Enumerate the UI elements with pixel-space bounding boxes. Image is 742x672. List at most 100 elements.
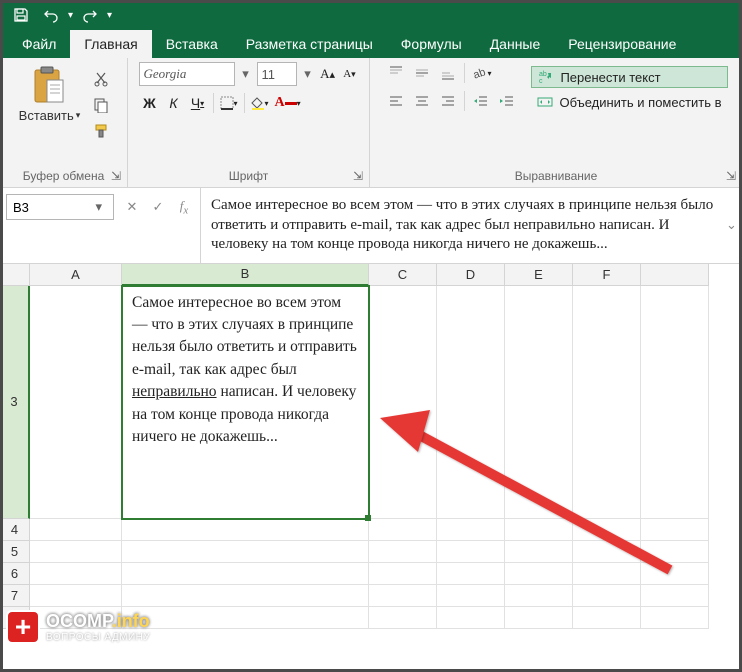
qat-customize-caret[interactable]: ▾ (107, 10, 112, 21)
tab-layout[interactable]: Разметка страницы (232, 30, 387, 58)
font-color-button[interactable]: A ▾ (273, 92, 303, 114)
cell-b6[interactable] (122, 563, 369, 585)
cell-e3[interactable] (505, 286, 573, 519)
cell-c8[interactable] (369, 607, 437, 629)
cell-e6[interactable] (505, 563, 573, 585)
font-size-caret[interactable]: ▾ (301, 66, 315, 82)
name-box-caret[interactable]: ▾ (92, 199, 106, 215)
cell-d6[interactable] (437, 563, 505, 585)
col-header-f[interactable]: F (573, 264, 641, 286)
cell-g3[interactable] (641, 286, 709, 519)
tab-insert[interactable]: Вставка (152, 30, 232, 58)
cell-a3[interactable] (30, 286, 122, 519)
copy-button[interactable] (90, 94, 112, 116)
cell-a7[interactable] (30, 585, 122, 607)
cell-g7[interactable] (641, 585, 709, 607)
cell-d5[interactable] (437, 541, 505, 563)
cell-g6[interactable] (641, 563, 709, 585)
tab-file[interactable]: Файл (8, 30, 70, 58)
cut-button[interactable] (90, 68, 112, 90)
increase-indent-button[interactable] (495, 90, 519, 112)
col-header-b[interactable]: B (122, 264, 369, 286)
border-button[interactable]: ▾ (218, 92, 240, 114)
format-painter-button[interactable] (90, 120, 112, 142)
redo-button[interactable] (77, 3, 103, 27)
decrease-indent-button[interactable] (469, 90, 493, 112)
cell-f6[interactable] (573, 563, 641, 585)
cell-f7[interactable] (573, 585, 641, 607)
col-header-a[interactable]: A (30, 264, 122, 286)
clipboard-dialog-launcher[interactable]: ⇲ (109, 169, 123, 183)
cell-b8[interactable] (122, 607, 369, 629)
tab-home[interactable]: Главная (70, 30, 151, 58)
cell-c7[interactable] (369, 585, 437, 607)
align-center-button[interactable] (410, 90, 434, 112)
underline-button[interactable]: Ч ▾ (187, 92, 209, 114)
cell-f8[interactable] (573, 607, 641, 629)
orientation-button[interactable]: ab▾ (469, 62, 493, 84)
name-box[interactable]: ▾ (6, 194, 114, 220)
row-header-5[interactable]: 5 (0, 541, 30, 563)
alignment-dialog-launcher[interactable]: ⇲ (724, 169, 738, 183)
font-size-box[interactable]: 11 (257, 62, 297, 86)
formula-bar-text[interactable]: Самое интересное во всем этом — что в эт… (200, 188, 726, 263)
cell-f4[interactable] (573, 519, 641, 541)
cell-c4[interactable] (369, 519, 437, 541)
cell-b3[interactable]: Самое интересное во всем этом — что в эт… (122, 286, 369, 519)
cell-e8[interactable] (505, 607, 573, 629)
row-header-3[interactable]: 3 (0, 286, 30, 519)
cell-d4[interactable] (437, 519, 505, 541)
cell-g4[interactable] (641, 519, 709, 541)
cell-a5[interactable] (30, 541, 122, 563)
col-header-d[interactable]: D (437, 264, 505, 286)
bold-button[interactable]: Ж (139, 92, 161, 114)
cell-g5[interactable] (641, 541, 709, 563)
cell-a4[interactable] (30, 519, 122, 541)
cell-d7[interactable] (437, 585, 505, 607)
paste-button[interactable]: Вставить ▾ (15, 62, 85, 127)
cell-a6[interactable] (30, 563, 122, 585)
fill-color-button[interactable]: ▾ (249, 92, 271, 114)
cell-f5[interactable] (573, 541, 641, 563)
align-left-button[interactable] (384, 90, 408, 112)
align-top-button[interactable] (384, 62, 408, 84)
wrap-text-button[interactable]: abc Перенести текст (531, 66, 727, 88)
cell-b4[interactable] (122, 519, 369, 541)
increase-font-button[interactable]: A▴ (319, 65, 337, 83)
font-name-caret[interactable]: ▾ (239, 66, 253, 82)
font-dialog-launcher[interactable]: ⇲ (351, 169, 365, 183)
row-header-4[interactable]: 4 (0, 519, 30, 541)
cell-e4[interactable] (505, 519, 573, 541)
undo-caret[interactable]: ▾ (68, 10, 73, 21)
row-header-6[interactable]: 6 (0, 563, 30, 585)
cell-f3[interactable] (573, 286, 641, 519)
tab-review[interactable]: Рецензирование (554, 30, 690, 58)
fill-handle[interactable] (365, 515, 371, 521)
cancel-formula-button[interactable]: ✕ (120, 195, 144, 219)
cell-b5[interactable] (122, 541, 369, 563)
cell-e7[interactable] (505, 585, 573, 607)
italic-button[interactable]: К (163, 92, 185, 114)
decrease-font-button[interactable]: A▾ (341, 65, 359, 83)
tab-data[interactable]: Данные (476, 30, 555, 58)
align-right-button[interactable] (436, 90, 460, 112)
cell-d3[interactable] (437, 286, 505, 519)
expand-formula-bar-button[interactable]: ⌄ (726, 217, 742, 233)
save-button[interactable] (8, 3, 34, 27)
row-header-7[interactable]: 7 (0, 585, 30, 607)
merge-center-button[interactable]: Объединить и поместить в (531, 92, 727, 112)
tab-formulas[interactable]: Формулы (387, 30, 476, 58)
cell-d8[interactable] (437, 607, 505, 629)
col-header-c[interactable]: C (369, 264, 437, 286)
select-all-corner[interactable] (0, 264, 30, 286)
accept-formula-button[interactable]: ✓ (146, 195, 170, 219)
align-bottom-button[interactable] (436, 62, 460, 84)
font-name-box[interactable]: Georgia (139, 62, 235, 86)
insert-function-button[interactable]: fx (172, 195, 196, 219)
col-header-e[interactable]: E (505, 264, 573, 286)
col-header-g[interactable] (641, 264, 709, 286)
align-middle-button[interactable] (410, 62, 434, 84)
name-box-input[interactable] (7, 200, 92, 215)
cell-c6[interactable] (369, 563, 437, 585)
cell-c3[interactable] (369, 286, 437, 519)
